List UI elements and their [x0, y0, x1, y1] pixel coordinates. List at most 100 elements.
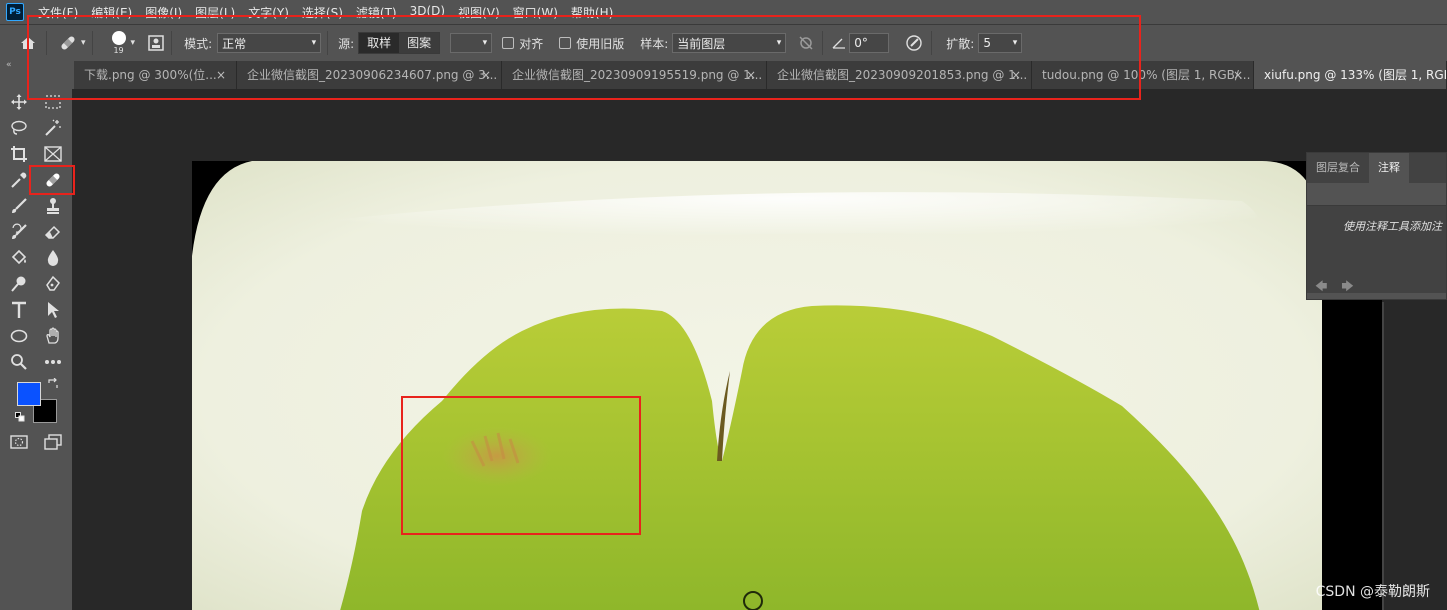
- screen-mode-icon[interactable]: [42, 431, 64, 453]
- zoom-tool-icon[interactable]: [8, 351, 30, 373]
- brush-size-picker[interactable]: 19: [109, 31, 129, 55]
- more-tools-icon[interactable]: [42, 351, 64, 373]
- close-icon[interactable]: ×: [216, 61, 226, 89]
- hand-tool-icon[interactable]: [42, 325, 64, 347]
- legacy-checkbox[interactable]: [559, 37, 572, 49]
- diffusion-select[interactable]: 5 ▾: [978, 33, 1023, 53]
- paint-bucket-tool-icon[interactable]: [8, 247, 30, 269]
- tool-options-bar: ▾ 19 ▾ 模式: 正常 ▾ 源: 取样 图案 ▾ 对齐 使用旧版 样本: 当…: [0, 24, 1447, 62]
- pen-tool-icon[interactable]: [42, 273, 64, 295]
- swap-colors-icon[interactable]: [46, 377, 60, 391]
- canvas-area[interactable]: [72, 89, 1447, 610]
- align-label: 对齐: [519, 36, 544, 51]
- angle-input[interactable]: 0°: [849, 33, 890, 53]
- tab-layer-comps[interactable]: 图层复合: [1307, 153, 1369, 183]
- default-colors-icon[interactable]: [14, 411, 26, 423]
- foreground-color-swatch[interactable]: [17, 382, 41, 406]
- mode-select[interactable]: 正常 ▾: [217, 33, 322, 53]
- history-brush-tool-icon[interactable]: [8, 221, 30, 243]
- source-label: 源:: [338, 36, 355, 51]
- document-tab-active[interactable]: xiufu.png @ 133% (图层 1, RGB/8): [1254, 61, 1447, 89]
- tool-preset-chevron-icon[interactable]: ▾: [81, 38, 86, 48]
- menu-items: 文件(F) 编辑(E) 图像(I) 图层(L) 文字(Y) 选择(S) 滤镜(T…: [38, 4, 613, 21]
- divider: [91, 31, 93, 55]
- source-pattern-button[interactable]: 图案: [399, 33, 440, 53]
- pressure-size-icon[interactable]: [903, 32, 925, 54]
- marquee-tool-icon[interactable]: [42, 91, 64, 113]
- brush-size-value: 19: [113, 46, 124, 55]
- ellipse-tool-icon[interactable]: [8, 325, 30, 347]
- eyedropper-tool-icon[interactable]: [8, 169, 30, 191]
- dodge-tool-icon[interactable]: [8, 273, 30, 295]
- document-tab[interactable]: tudou.png @ 100% (图层 1, RGB/... ×: [1032, 61, 1254, 89]
- document-tab[interactable]: 企业微信截图_20230909195519.png @ 1... ×: [502, 61, 767, 89]
- sample-label: 样本:: [640, 36, 669, 51]
- frame-tool-icon[interactable]: [42, 143, 64, 165]
- spot-healing-brush-tool-icon[interactable]: [42, 169, 64, 191]
- move-tool-icon[interactable]: [8, 91, 30, 113]
- menu-layer[interactable]: 图层(L): [195, 4, 235, 21]
- document-tab[interactable]: 下载.png @ 300%(位... ×: [74, 61, 237, 89]
- blur-tool-icon[interactable]: [42, 247, 64, 269]
- clone-stamp-tool-icon[interactable]: [42, 195, 64, 217]
- chevron-down-icon: ▾: [776, 38, 782, 48]
- brush-tip-icon: [111, 31, 126, 45]
- ignore-adjustment-layers-icon[interactable]: [796, 33, 816, 53]
- menu-type[interactable]: 文字(Y): [248, 4, 289, 21]
- menu-window[interactable]: 窗口(W): [513, 4, 558, 21]
- sample-select[interactable]: 当前图层 ▾: [672, 33, 787, 53]
- menu-filter[interactable]: 滤镜(T): [356, 4, 397, 21]
- crop-tool-icon[interactable]: [8, 143, 30, 165]
- document-tab[interactable]: 企业微信截图_20230906234607.png @ 3... ×: [237, 61, 502, 89]
- magic-wand-tool-icon[interactable]: [42, 117, 64, 139]
- brush-tool-icon[interactable]: [8, 195, 30, 217]
- path-selection-tool-icon[interactable]: [42, 299, 64, 321]
- toolbox: [0, 89, 72, 610]
- previous-note-icon[interactable]: 🡄: [1315, 277, 1327, 298]
- divider: [931, 31, 933, 55]
- pattern-picker[interactable]: ▾: [450, 33, 493, 53]
- menu-edit[interactable]: 编辑(E): [91, 4, 132, 21]
- tab-label: tudou.png @ 100% (图层 1, RGB/...: [1042, 68, 1251, 82]
- menu-file[interactable]: 文件(F): [38, 4, 78, 21]
- panel-tabs: 图层复合 注释: [1307, 153, 1446, 183]
- angle-value: 0°: [854, 36, 868, 50]
- source-sampled-button[interactable]: 取样: [359, 33, 400, 53]
- close-icon[interactable]: ×: [1233, 61, 1243, 89]
- menu-bar: Ps 文件(F) 编辑(E) 图像(I) 图层(L) 文字(Y) 选择(S) 滤…: [0, 0, 1447, 24]
- canvas-divider: [1382, 302, 1384, 610]
- menu-3d[interactable]: 3D(D): [410, 4, 445, 21]
- tab-label: 企业微信截图_20230909195519.png @ 1...: [512, 68, 763, 82]
- menu-view[interactable]: 视图(V): [458, 4, 500, 21]
- tab-label: 企业微信截图_20230909201853.png @ 1...: [777, 68, 1028, 82]
- brush-chevron-icon[interactable]: ▾: [131, 38, 136, 48]
- menu-select[interactable]: 选择(S): [302, 4, 343, 21]
- align-checkbox[interactable]: [502, 37, 515, 49]
- notes-hint: 使用注释工具添加注: [1343, 220, 1442, 233]
- photoshop-logo: Ps: [6, 3, 24, 21]
- mode-label: 模式:: [184, 36, 213, 51]
- healing-brush-icon[interactable]: [57, 32, 79, 54]
- clone-source-panel-icon[interactable]: [147, 34, 165, 52]
- menu-help[interactable]: 帮助(H): [571, 4, 613, 21]
- eraser-tool-icon[interactable]: [42, 221, 64, 243]
- divider: [46, 31, 47, 55]
- close-icon[interactable]: ×: [481, 61, 491, 89]
- document-image[interactable]: [192, 161, 1382, 610]
- document-tabs: « 下载.png @ 300%(位... × 企业微信截图_20230906234…: [0, 60, 1447, 89]
- type-tool-icon[interactable]: [8, 299, 30, 321]
- menu-image[interactable]: 图像(I): [145, 4, 182, 21]
- chevron-down-icon: ▾: [1012, 38, 1018, 48]
- source-toggle: 取样 图案: [358, 32, 441, 54]
- tab-notes[interactable]: 注释: [1369, 153, 1409, 183]
- next-note-icon[interactable]: 🡆: [1341, 277, 1353, 298]
- collapse-panels-icon[interactable]: «: [6, 60, 12, 70]
- tab-label: 企业微信截图_20230906234607.png @ 3...: [247, 68, 498, 82]
- document-tab[interactable]: 企业微信截图_20230909201853.png @ 1... ×: [767, 61, 1032, 89]
- close-icon[interactable]: ×: [1011, 61, 1021, 89]
- lasso-tool-icon[interactable]: [8, 117, 30, 139]
- home-icon[interactable]: [16, 31, 40, 55]
- close-icon[interactable]: ×: [746, 61, 756, 89]
- diffusion-label: 扩散:: [946, 36, 975, 51]
- quick-mask-icon[interactable]: [8, 431, 30, 453]
